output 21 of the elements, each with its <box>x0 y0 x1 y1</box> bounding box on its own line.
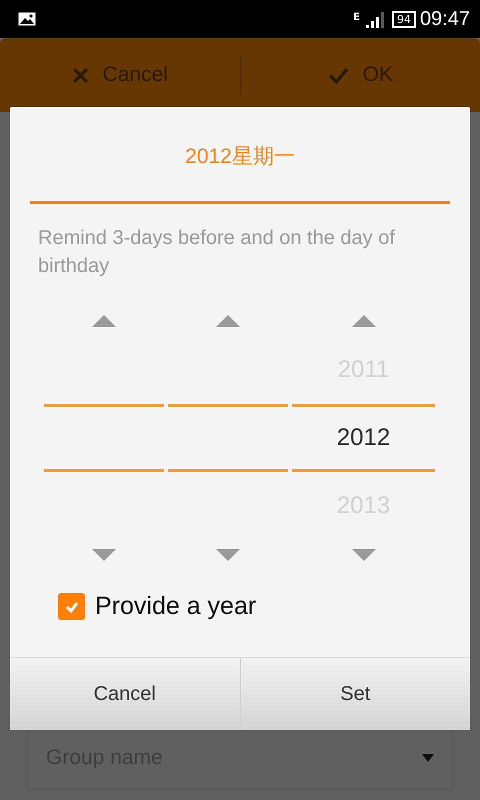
cancel-button[interactable]: Cancel <box>10 658 240 730</box>
hint-text: Remind 3-days before and on the day of birthday <box>38 226 396 279</box>
clock: 09:47 <box>420 8 470 30</box>
checkbox-label: Provide a year <box>95 592 256 621</box>
close-icon <box>72 66 89 84</box>
network-type: E <box>353 12 360 22</box>
dropdown-arrow-icon <box>422 754 434 762</box>
image-icon <box>18 12 36 26</box>
down-arrow-icon <box>352 549 376 561</box>
dialog-title: 2012星期一 <box>30 107 450 204</box>
up-arrow-icon <box>216 315 240 327</box>
check-icon <box>328 66 349 84</box>
battery-level: 94 <box>392 10 416 28</box>
checkbox[interactable] <box>58 593 85 620</box>
down-arrow-icon <box>216 549 240 561</box>
signal-icon <box>364 10 384 28</box>
up-arrow-icon <box>92 315 116 327</box>
current-value: 2012 <box>336 424 390 452</box>
set-button[interactable]: Set <box>240 658 470 730</box>
down-arrow-icon <box>92 549 116 561</box>
up-arrow-icon <box>352 315 376 327</box>
